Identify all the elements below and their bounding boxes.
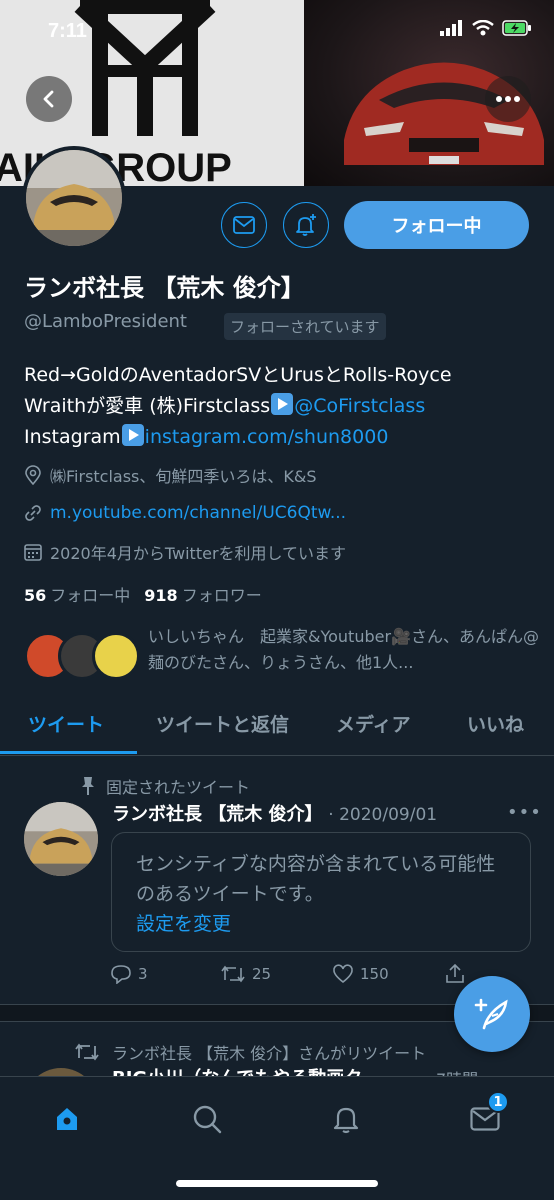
like-count: 150 <box>360 965 389 983</box>
avatar-car-image <box>26 150 122 246</box>
bio-line-3-text: Instagram <box>24 426 121 448</box>
followers-stat[interactable]: 918 フォロワー <box>144 582 261 606</box>
compose-tweet-button[interactable] <box>454 976 530 1052</box>
status-time: 7:11 <box>48 20 87 42</box>
chevron-left-icon <box>43 90 54 108</box>
battery-charging-icon <box>502 20 531 36</box>
reply-button[interactable]: 3 <box>110 964 148 984</box>
location-text: ㈱Firstclass、旬鮮四季いろは、K&S <box>50 467 317 486</box>
link-icon <box>25 505 41 521</box>
bell-icon <box>333 1107 359 1134</box>
like-button[interactable]: 150 <box>332 964 389 984</box>
avatar-car-image <box>24 802 98 876</box>
follow-stats: 56 フォロー中 918 フォロワー <box>24 582 262 606</box>
home-indicator[interactable] <box>176 1180 378 1187</box>
followers-count: 918 <box>144 586 178 605</box>
following-button[interactable]: フォロー中 <box>344 201 529 249</box>
pinned-indicator: 固定されたツイート <box>80 774 250 798</box>
message-button[interactable] <box>221 202 267 248</box>
compose-feather-plus-icon <box>474 998 508 1030</box>
heart-icon <box>333 964 353 984</box>
nav-messages[interactable]: 1 <box>465 1091 509 1139</box>
nav-search[interactable] <box>187 1099 227 1139</box>
profile-tabs: ツイート ツイートと返信 メディア いいね <box>0 700 554 756</box>
joined-row: 2020年4月からTwitterを利用しています <box>24 540 346 564</box>
bio-line-2: Wraithが愛車 (株)Firstclass @CoFirstclass <box>24 391 534 422</box>
pin-icon <box>82 777 94 795</box>
play-button-emoji-icon <box>121 424 144 446</box>
mutual-followers-text: いしいちゃん 起業家&Youtuber🎥さん、あんぱん@麺のびたさん、りょうさん… <box>148 627 539 672</box>
retweet-count: 25 <box>252 965 272 983</box>
followers-you-know[interactable]: いしいちゃん 起業家&Youtuber🎥さん、あんぱん@麺のびたさん、りょうさん… <box>24 624 544 684</box>
retweet-indicator: ランボ社長 【荒木 俊介】さんがリツイート <box>74 1040 426 1064</box>
tweet-actions: 3 25 150 <box>110 964 470 990</box>
more-options-button[interactable] <box>485 76 531 122</box>
wifi-icon <box>472 20 494 36</box>
tweet-author-name[interactable]: ランボ社長 【荒木 俊介】 <box>112 804 323 825</box>
change-settings-link[interactable]: 設定を変更 <box>136 909 506 939</box>
retweet-icon <box>221 965 245 983</box>
share-button[interactable] <box>444 964 466 984</box>
tweet-author-avatar[interactable] <box>24 802 98 876</box>
sensitive-content-box: センシティブな内容が含まれている可能性のあるツイートです。 設定を変更 <box>111 832 531 952</box>
group-logo-mark <box>74 0 216 136</box>
search-icon <box>193 1105 222 1134</box>
back-button[interactable] <box>26 76 72 122</box>
nav-notifications[interactable] <box>326 1099 366 1139</box>
joined-text: 2020年4月からTwitterを利用しています <box>50 544 347 563</box>
location-row: ㈱Firstclass、旬鮮四季いろは、K&S <box>24 463 317 487</box>
tab-tweets-and-replies[interactable]: ツイートと返信 <box>156 710 289 737</box>
profile-avatar[interactable] <box>22 146 126 250</box>
profile-handle: @LamboPresident <box>24 311 187 332</box>
notify-button[interactable] <box>283 202 329 248</box>
calendar-icon <box>24 544 42 561</box>
firstclass-mention-link[interactable]: @CoFirstclass <box>294 395 425 417</box>
retweet-label: ランボ社長 【荒木 俊介】さんがリツイート <box>112 1044 427 1063</box>
tweet-more-button[interactable]: ••• <box>507 802 542 823</box>
tab-media[interactable]: メディア <box>336 710 411 737</box>
play-button-emoji-icon <box>271 393 294 415</box>
following-label: フォロー中 <box>50 586 131 605</box>
tab-tweets[interactable]: ツイート <box>28 710 104 737</box>
sensitive-warning-text: センシティブな内容が含まれている可能性のあるツイートです。 <box>136 853 496 905</box>
location-pin-icon <box>25 465 41 485</box>
reply-icon <box>111 965 131 984</box>
retweet-icon <box>75 1043 99 1061</box>
following-stat[interactable]: 56 フォロー中 <box>24 582 130 606</box>
signal-icon <box>440 20 462 36</box>
followers-label: フォロワー <box>181 586 262 605</box>
pinned-label: 固定されたツイート <box>106 778 251 797</box>
bio-line-2-text: Wraithが愛車 (株)Firstclass <box>24 395 271 417</box>
share-icon <box>446 964 464 983</box>
active-tab-indicator <box>0 751 137 754</box>
follows-you-badge: フォローされています <box>224 313 386 340</box>
tweet-header: ランボ社長 【荒木 俊介】 · 2020/09/01 <box>112 800 437 826</box>
bell-plus-icon <box>296 214 316 236</box>
bio-line-1: Red→GoldのAventadorSVとUrusとRolls-Royce <box>24 364 452 386</box>
mail-icon <box>233 216 255 234</box>
more-dots-icon <box>496 96 520 102</box>
reply-count: 3 <box>138 965 148 983</box>
website-link[interactable]: m.youtube.com/channel/UC6Qtw... <box>50 503 346 523</box>
status-icons <box>440 20 532 36</box>
tab-likes[interactable]: いいね <box>467 710 524 737</box>
tweet-date: · 2020/09/01 <box>328 805 438 825</box>
messages-badge: 1 <box>487 1091 509 1113</box>
nav-home[interactable] <box>47 1099 87 1139</box>
following-count: 56 <box>24 586 47 605</box>
instagram-link[interactable]: instagram.com/shun8000 <box>145 426 389 448</box>
mutual-avatar <box>92 632 140 680</box>
bio-line-3: Instagram instagram.com/shun8000 <box>24 422 534 453</box>
home-icon <box>57 1108 77 1130</box>
website-row: m.youtube.com/channel/UC6Qtw... <box>24 503 346 523</box>
retweet-button[interactable]: 25 <box>220 964 271 984</box>
profile-bio: Red→GoldのAventadorSVとUrusとRolls-Royce Wr… <box>24 360 534 453</box>
profile-name: ランボ社長 【荒木 俊介】 <box>24 274 305 302</box>
